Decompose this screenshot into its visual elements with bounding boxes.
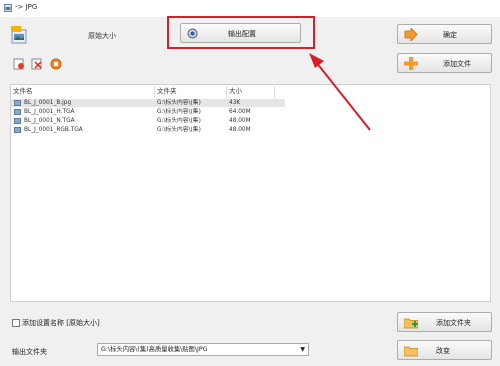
remove-icon[interactable] [13,58,25,70]
clear-icon[interactable] [31,58,43,70]
table-row[interactable]: BL_J_0001_RGB.TGA G:\标头内容\(集) 48.00M [11,126,285,134]
ok-arrow-icon [404,26,418,43]
column-header-folder[interactable]: 文件夹 [155,86,227,98]
image-file-icon [14,127,21,133]
table-row[interactable]: BL_J_0001_H.TGA G:\标头内容\(集) 64.00M [11,108,285,116]
add-folder-label: 添加文件夹 [436,319,471,327]
file-size: 64.00M [229,109,251,115]
add-plus-icon [404,57,418,70]
window-title: -> JPG [15,3,38,11]
image-file-icon [14,118,21,124]
column-header-name[interactable]: 文件名 [11,86,155,98]
table-row[interactable]: BL_J_0001_B.jpg G:\标头内容\(集) 43K [11,99,285,107]
jpg-format-icon [11,26,27,44]
image-file-icon [14,109,21,115]
add-file-button[interactable]: 添加文件 [397,53,492,73]
original-size-label: 原始大小 [88,32,116,40]
file-folder: G:\标头内容\(集) [157,118,201,124]
file-size: 48.00M [229,127,251,133]
file-size: 48.00M [229,118,251,124]
stop-icon[interactable] [50,58,62,70]
add-setting-name-checkbox[interactable]: 添加设置名称 [原始大小] [12,318,100,328]
output-folder-value: G:\标头内容\(集)高质量收集\贴图\JPG [101,346,208,353]
file-folder: G:\标头内容\(集) [157,127,201,133]
column-header-size[interactable]: 大小 [227,86,275,98]
change-label: 改变 [436,347,450,355]
title-bar: -> JPG [0,0,500,17]
add-file-label: 添加文件 [443,60,471,68]
ok-label: 确定 [443,31,457,39]
image-file-icon [14,100,21,106]
file-name: BL_J_0001_N.TGA [24,118,75,124]
add-setting-name-label: 添加设置名称 [原始大小] [22,319,100,327]
add-folder-button[interactable]: 添加文件夹 [397,312,492,332]
ok-button[interactable]: 确定 [397,24,492,44]
folder-icon [403,344,419,357]
highlight-box [167,16,315,49]
output-folder-label: 输出文件夹 [12,348,47,356]
file-size: 43K [229,100,241,106]
folder-icon [403,316,419,329]
file-folder: G:\标头内容\(集) [157,109,201,115]
file-name: BL_J_0001_RGB.TGA [24,127,83,133]
checkbox-box[interactable] [12,319,20,327]
output-folder-select[interactable]: G:\标头内容\(集)高质量收集\贴图\JPG ▼ [97,343,309,356]
file-name: BL_J_0001_B.jpg [24,100,72,106]
chevron-down-icon[interactable]: ▼ [300,344,305,355]
file-folder: G:\标头内容\(集) [157,100,201,106]
app-icon [4,4,12,12]
file-list[interactable]: 文件名 文件夹 大小 BL_J_0001_B.jpg G:\标头内容\(集) 4… [10,84,491,302]
file-name: BL_J_0001_H.TGA [24,109,75,115]
change-button[interactable]: 改变 [397,340,492,360]
table-row[interactable]: BL_J_0001_N.TGA G:\标头内容\(集) 48.00M [11,117,285,125]
